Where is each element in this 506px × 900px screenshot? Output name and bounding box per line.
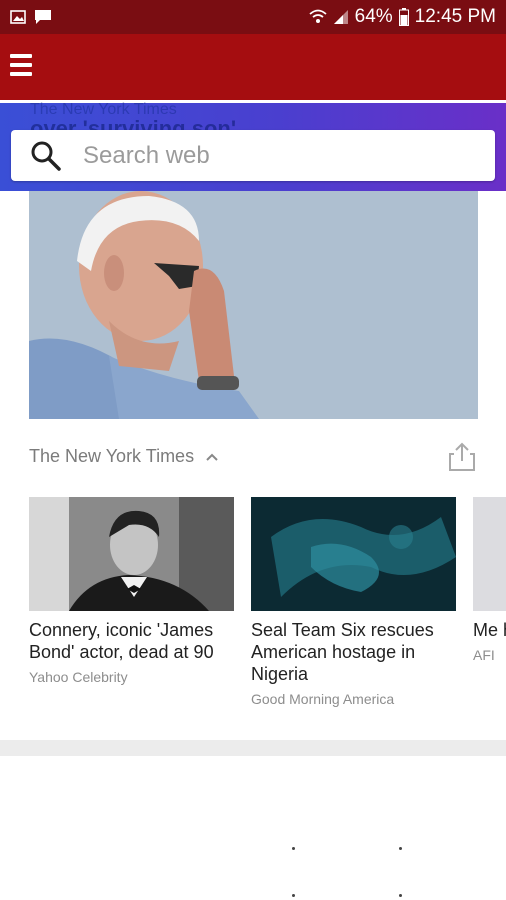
message-icon	[35, 10, 51, 24]
share-icon[interactable]	[448, 442, 476, 472]
story-carousel[interactable]: Connery, iconic 'James Bond' actor, dead…	[29, 497, 506, 727]
hero-story-image[interactable]	[29, 191, 478, 419]
story-title: Seal Team Six rescues American hostage i…	[251, 620, 434, 684]
wifi-icon	[309, 9, 327, 23]
hero-source-row: The New York Times	[29, 442, 478, 472]
battery-percent: 64%	[354, 6, 393, 27]
app-bar	[0, 34, 506, 100]
signal-icon	[333, 10, 348, 24]
loading-dot	[292, 894, 295, 897]
chevron-up-icon[interactable]	[205, 450, 219, 464]
story-thumbnail	[473, 497, 506, 611]
story-card[interactable]: Me ho far AFI	[473, 497, 506, 663]
battery-icon	[398, 8, 409, 26]
search-input[interactable]	[81, 140, 465, 171]
story-title: Me ho far	[473, 620, 506, 640]
hero-photo	[29, 191, 478, 419]
hero-source-name: The New York Times	[29, 446, 195, 466]
search-icon	[31, 141, 61, 171]
gallery-icon	[10, 10, 26, 24]
story-thumbnail	[29, 497, 234, 611]
menu-icon[interactable]	[10, 54, 32, 78]
loading-dot	[292, 847, 295, 850]
loading-dot	[399, 894, 402, 897]
story-source: Good Morning America	[251, 691, 395, 707]
story-card[interactable]: Connery, iconic 'James Bond' actor, dead…	[29, 497, 234, 685]
loading-dot	[399, 847, 402, 850]
story-source: AFI	[473, 647, 495, 663]
story-card[interactable]: Seal Team Six rescues American hostage i…	[251, 497, 456, 707]
story-source: Yahoo Celebrity	[29, 669, 128, 685]
story-thumbnail	[251, 497, 456, 611]
section-divider	[0, 740, 506, 756]
status-bar: 64% 12:45 PM	[0, 0, 506, 34]
clock: 12:45 PM	[414, 6, 496, 27]
story-title: Connery, iconic 'James Bond' actor, dead…	[29, 620, 214, 662]
search-bar[interactable]	[11, 130, 495, 181]
